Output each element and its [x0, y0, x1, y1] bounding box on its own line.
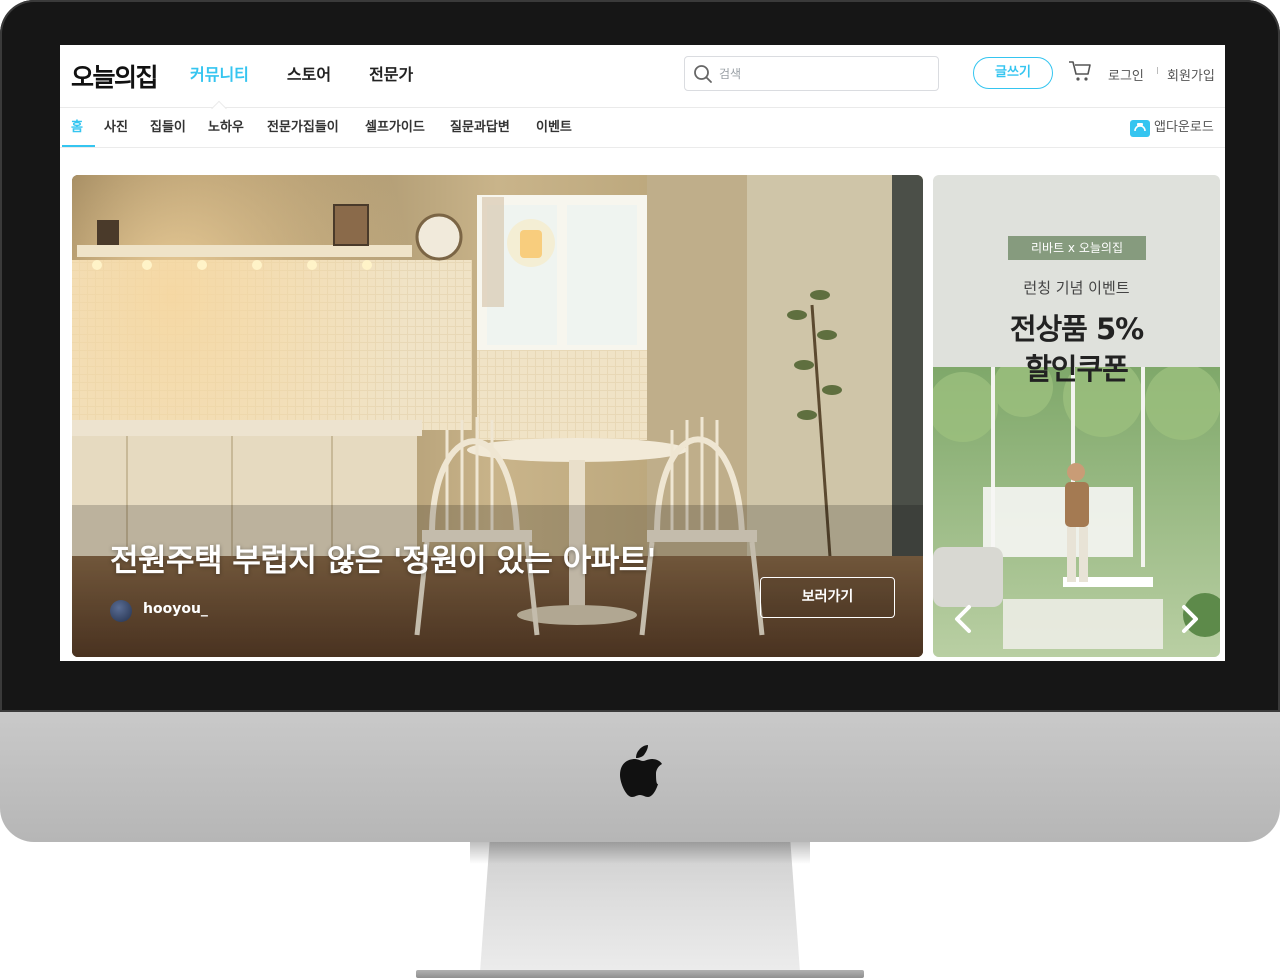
- apple-logo-icon: [620, 745, 662, 797]
- subnav-home[interactable]: 홈: [71, 108, 83, 148]
- write-button[interactable]: 글쓰기: [973, 57, 1053, 89]
- sub-nav: 홈 사진 집들이 노하우 전문가집들이 셀프가이드 질문과답변 이벤트 앱다운로…: [60, 108, 1225, 148]
- subnav-knowhow[interactable]: 노하우: [208, 108, 244, 148]
- subnav-housewarming[interactable]: 집들이: [150, 108, 186, 148]
- cart-icon[interactable]: [1068, 60, 1092, 82]
- view-button[interactable]: 보러가기: [760, 577, 895, 618]
- login-link[interactable]: 로그인: [1108, 65, 1144, 84]
- nav-store[interactable]: 스토어: [287, 45, 331, 108]
- banner-subtitle: 런칭 기념 이벤트: [1023, 279, 1130, 297]
- subnav-photo[interactable]: 사진: [104, 108, 128, 148]
- main-nav: 커뮤니티 스토어 전문가: [190, 45, 451, 108]
- signup-link[interactable]: 회원가입: [1167, 65, 1215, 84]
- subnav-event[interactable]: 이벤트: [536, 108, 572, 148]
- search-icon: [694, 65, 712, 83]
- author-name[interactable]: hooyou_: [143, 601, 208, 617]
- nav-expert[interactable]: 전문가: [369, 45, 413, 108]
- search-box[interactable]: [684, 56, 939, 91]
- brand-badge: 리바트 x 오늘의집: [1008, 236, 1146, 260]
- author-avatar[interactable]: [110, 600, 132, 622]
- chevron-right-icon[interactable]: [1178, 603, 1202, 635]
- search-input[interactable]: [719, 62, 929, 86]
- nav-community[interactable]: 커뮤니티: [190, 45, 249, 108]
- event-banner[interactable]: 리바트 x 오늘의집 런칭 기념 이벤트 전상품 5% 할인쿠폰: [933, 175, 1220, 657]
- subnav-self-guide[interactable]: 셀프가이드: [365, 108, 425, 148]
- subnav-expert-housewarming[interactable]: 전문가집들이: [267, 108, 339, 148]
- banner-headline-line2: 할인쿠폰: [1025, 352, 1129, 386]
- subnav-qna[interactable]: 질문과답변: [450, 108, 510, 148]
- banner-headline-line1: 전상품 5%: [1009, 312, 1144, 346]
- app-download-link[interactable]: 앱다운로드: [1130, 108, 1214, 148]
- monitor-foot: [416, 970, 864, 978]
- browser-screen: 오늘의집 커뮤니티 스토어 전문가 글쓰기 로그인 I 회원가입 홈 사진 집들…: [60, 45, 1225, 661]
- auth-separator: I: [1156, 66, 1159, 77]
- hero-card[interactable]: 전원주택 부럽지 않은 '정원이 있는 아파트' hooyou_ 보러가기: [72, 175, 923, 657]
- banner-living-room-image: [933, 367, 1220, 657]
- site-logo[interactable]: 오늘의집: [71, 58, 159, 94]
- active-tab-underline: [62, 145, 95, 147]
- app-download-icon: [1130, 120, 1150, 137]
- banner-headline: 전상품 5% 할인쿠폰: [933, 309, 1220, 389]
- chevron-left-icon[interactable]: [951, 603, 975, 635]
- app-download-label: 앱다운로드: [1154, 120, 1214, 135]
- hero-title[interactable]: 전원주택 부럽지 않은 '정원이 있는 아파트': [110, 535, 656, 580]
- top-header: 오늘의집 커뮤니티 스토어 전문가 글쓰기 로그인 I 회원가입: [60, 45, 1225, 108]
- stand-shadow: [470, 842, 810, 864]
